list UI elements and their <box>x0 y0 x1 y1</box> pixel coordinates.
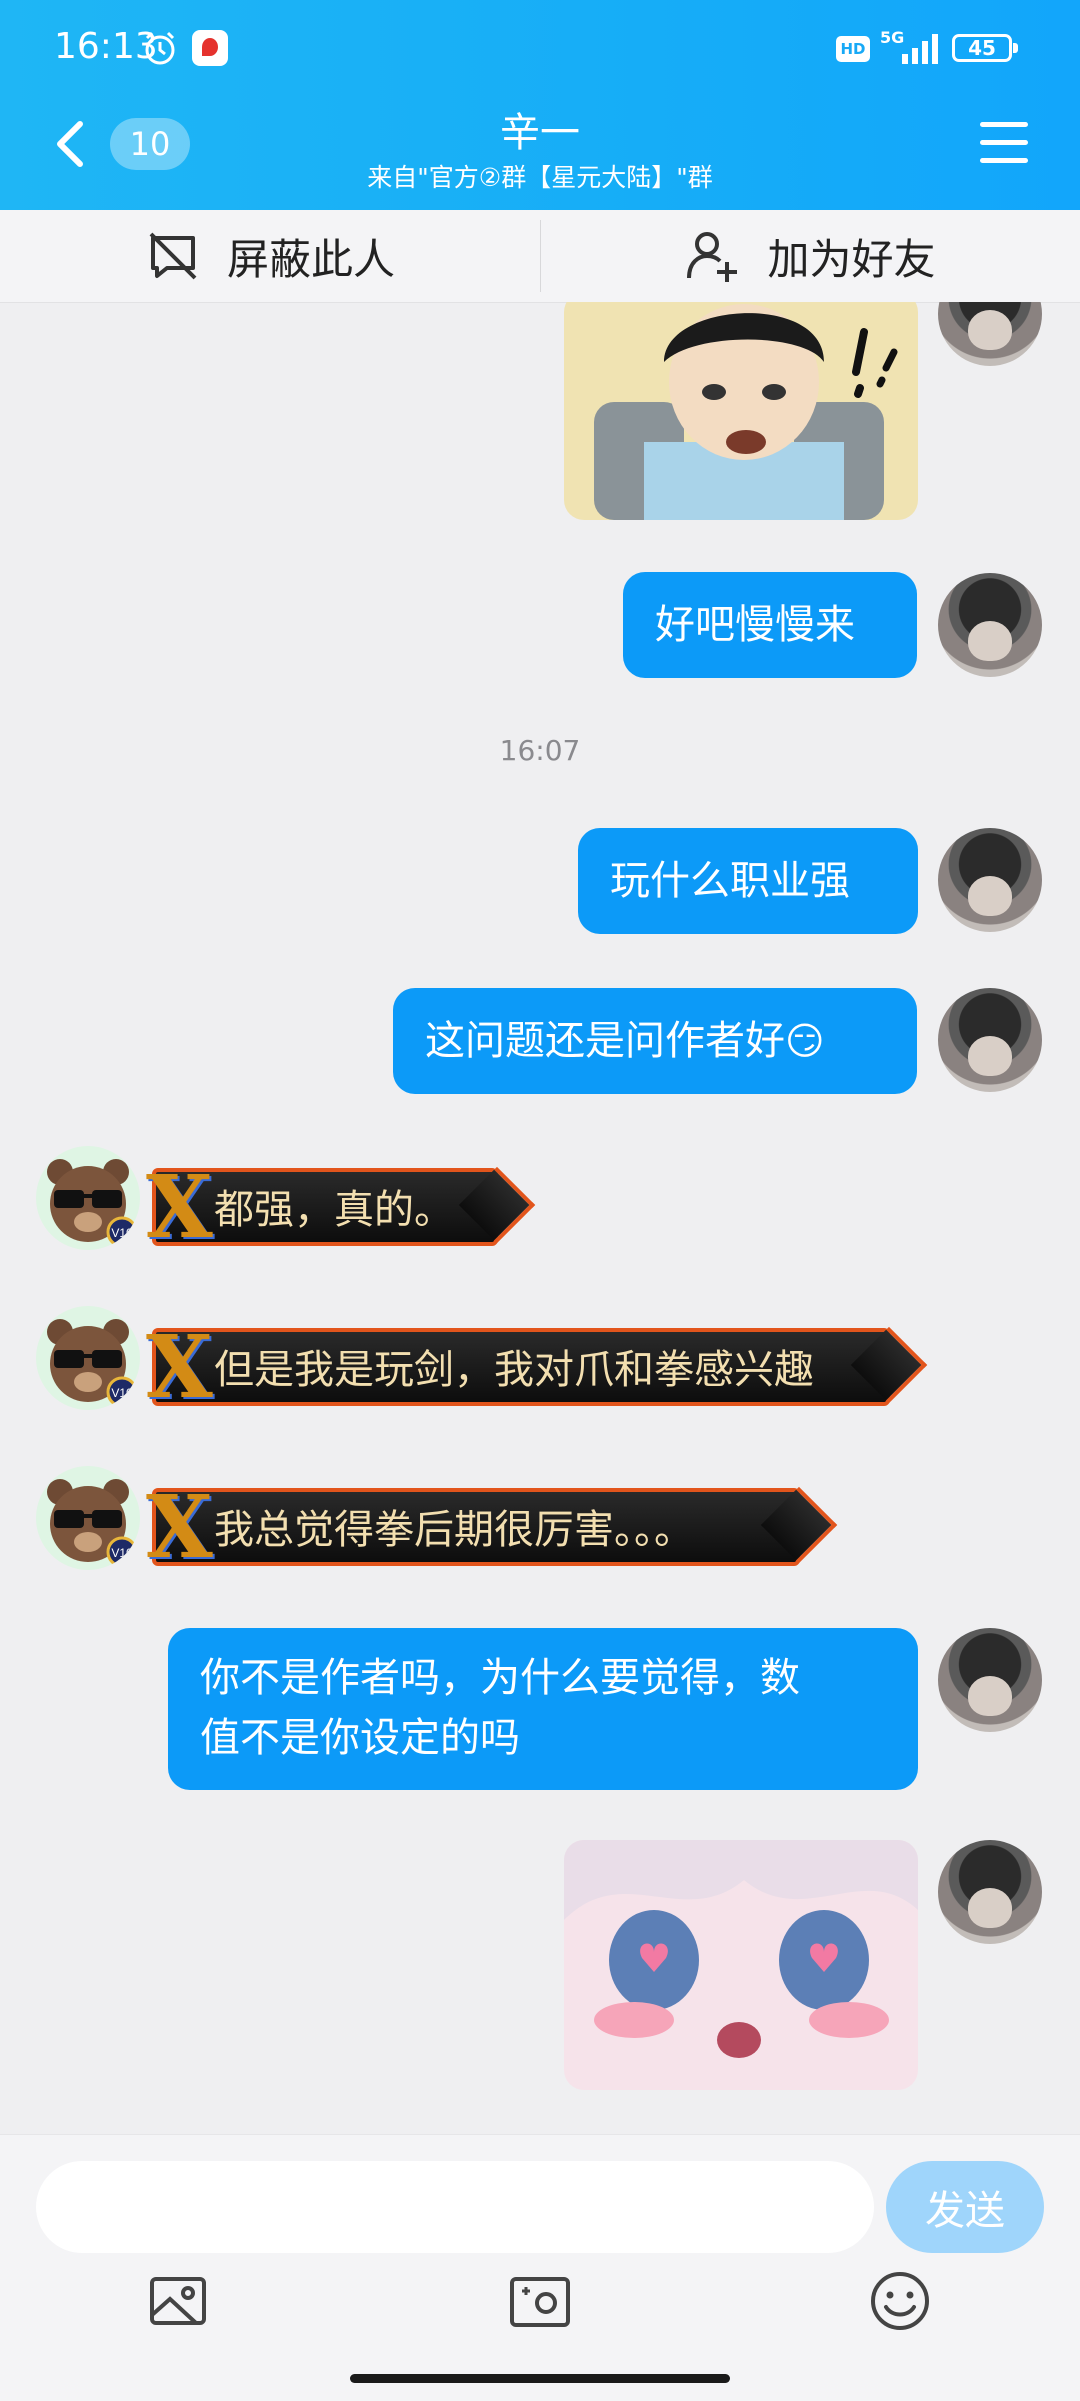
composer-bar: 发送 <box>0 2134 1080 2401</box>
camera-icon[interactable] <box>508 2269 572 2333</box>
my-message-bubble[interactable]: 好吧慢慢来 <box>623 572 917 678</box>
time-divider: 16:07 <box>499 734 581 767</box>
hd-indicator: HD <box>836 36 870 62</box>
image-icon[interactable] <box>146 2269 210 2333</box>
message-list[interactable]: 好吧慢慢来 16:07 玩什么职业强 这问题还是问作者好😏 V10 都强，真的。 <box>0 302 1080 2134</box>
home-indicator[interactable] <box>350 2374 730 2383</box>
my-message-bubble[interactable]: 这问题还是问作者好😏 <box>393 988 917 1094</box>
emoji-icon[interactable] <box>868 2269 932 2333</box>
alarm-icon <box>145 31 175 65</box>
bear-avatar-image: V10 <box>47 1319 138 1408</box>
message-text: 玩什么职业强 <box>610 858 850 904</box>
sender-message-bubble[interactable]: 我总觉得拳后期很厉害。。。 <box>146 1480 800 1576</box>
sender-message-bubble[interactable]: 都强，真的。 <box>146 1160 498 1256</box>
message-text-line: 你不是作者吗，为什么要觉得，数 <box>200 1655 800 1701</box>
smirk-emoji-icon: 😏 <box>785 1019 825 1063</box>
my-avatar[interactable] <box>938 302 1042 366</box>
status-bar: 16:13 HD 5G 45 <box>0 0 1080 95</box>
action-bar: 屏蔽此人 加为好友 <box>0 210 1080 303</box>
message-text: 我总觉得拳后期很厉害。。。 <box>214 1507 694 1553</box>
my-avatar[interactable] <box>938 828 1042 932</box>
menu-icon[interactable] <box>980 122 1030 164</box>
signal-icon <box>902 34 938 64</box>
message-text: 好吧慢慢来 <box>655 602 855 648</box>
message-text: 但是我是玩剑，我对爪和拳感兴趣 <box>214 1347 814 1393</box>
block-user-label: 屏蔽此人 <box>226 234 395 284</box>
message-text: 这问题还是问作者好 <box>425 1018 785 1064</box>
sticker-image <box>564 302 918 520</box>
add-friend-button[interactable]: 加为好友 <box>541 210 1080 302</box>
bear-avatar-image: V10 <box>47 1159 138 1248</box>
svg-text:V10: V10 <box>111 1546 133 1560</box>
sender-avatar[interactable]: V10 <box>36 1146 140 1250</box>
sender-avatar[interactable]: V10 <box>36 1466 140 1570</box>
sticker-message[interactable] <box>564 1840 918 2090</box>
my-avatar[interactable] <box>938 988 1042 1092</box>
add-friend-icon <box>687 232 738 282</box>
send-button[interactable]: 发送 <box>886 2161 1044 2253</box>
chat-title: 辛一 <box>500 110 580 156</box>
bear-avatar-image: V10 <box>47 1479 138 1568</box>
my-avatar[interactable] <box>938 1840 1042 1944</box>
block-user-button[interactable]: 屏蔽此人 <box>0 210 540 302</box>
message-text-line: 值不是你设定的吗 <box>200 1715 520 1761</box>
my-message-bubble[interactable]: 你不是作者吗，为什么要觉得，数 值不是你设定的吗 <box>168 1628 918 1790</box>
block-user-icon <box>149 232 197 280</box>
add-friend-label: 加为好友 <box>767 234 936 284</box>
chat-header: 16:13 HD 5G 45 10 辛一 来自"官方②群【星元大陆】"群 <box>0 0 1080 210</box>
notification-app-icon <box>192 30 228 66</box>
message-input[interactable] <box>36 2161 874 2253</box>
my-message-bubble[interactable]: 玩什么职业强 <box>578 828 918 934</box>
chat-subtitle: 来自"官方②群【星元大陆】"群 <box>367 163 713 192</box>
sender-message-bubble[interactable]: 但是我是玩剑，我对爪和拳感兴趣 <box>146 1320 890 1416</box>
svg-text:V10: V10 <box>111 1226 133 1240</box>
sender-avatar[interactable]: V10 <box>36 1306 140 1410</box>
battery-indicator: 45 <box>952 34 1018 62</box>
message-text: 都强，真的。 <box>214 1187 454 1233</box>
anime-sticker-image <box>564 1840 918 2090</box>
sticker-message[interactable] <box>564 302 918 520</box>
svg-text:V10: V10 <box>111 1386 133 1400</box>
my-avatar[interactable] <box>938 573 1042 677</box>
my-avatar[interactable] <box>938 1628 1042 1732</box>
